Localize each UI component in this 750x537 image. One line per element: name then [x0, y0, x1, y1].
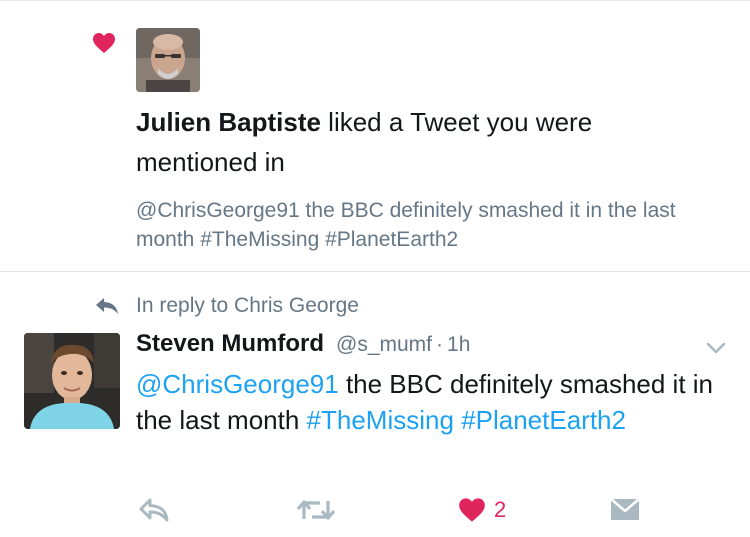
direct-message-button[interactable] — [610, 492, 640, 528]
avatar-image — [136, 28, 200, 92]
reply-context-label: In reply to Chris George — [136, 294, 359, 317]
avatar-image — [24, 333, 120, 429]
header-separator: · — [436, 333, 444, 356]
chevron-down-icon[interactable] — [704, 338, 728, 358]
envelope-icon — [610, 498, 640, 520]
notification-text: Julien Baptiste liked a Tweet you were m… — [136, 102, 696, 182]
avatar-julien-baptiste[interactable] — [136, 28, 200, 92]
hashtag-link[interactable]: #PlanetEarth2 — [461, 405, 626, 435]
heart-icon — [93, 33, 115, 53]
tweet-actions: 2 — [0, 492, 750, 532]
top-divider — [0, 0, 750, 1]
tweet-header: Steven Mumford @s_mumf · 1h — [136, 330, 470, 362]
mention-link[interactable]: @ChrisGeorge91 — [136, 369, 339, 399]
quoted-tweet-text[interactable]: @ChrisGeorge91 the BBC definitely smashe… — [136, 196, 726, 254]
reply-arrow-icon — [96, 298, 118, 314]
author-handle[interactable]: @s_mumf — [336, 333, 432, 357]
tweet-time[interactable]: 1h — [447, 333, 470, 357]
author-name[interactable]: Steven Mumford — [136, 330, 324, 358]
avatar-steven-mumford[interactable] — [24, 333, 120, 429]
retweet-icon — [296, 500, 336, 520]
heart-icon — [459, 498, 485, 522]
reply-context[interactable]: In reply to Chris George — [94, 292, 359, 320]
tweet-text: @ChrisGeorge91 the BBC definitely smashe… — [136, 366, 716, 438]
actor-name[interactable]: Julien Baptiste — [136, 107, 321, 137]
retweet-button[interactable] — [296, 492, 336, 528]
hashtag-link[interactable]: #TheMissing — [307, 405, 454, 435]
notification-divider — [0, 271, 750, 272]
reply-button[interactable] — [138, 492, 170, 528]
like-count: 2 — [494, 497, 507, 522]
reply-icon — [139, 498, 169, 522]
like-button[interactable]: 2 — [458, 492, 506, 528]
